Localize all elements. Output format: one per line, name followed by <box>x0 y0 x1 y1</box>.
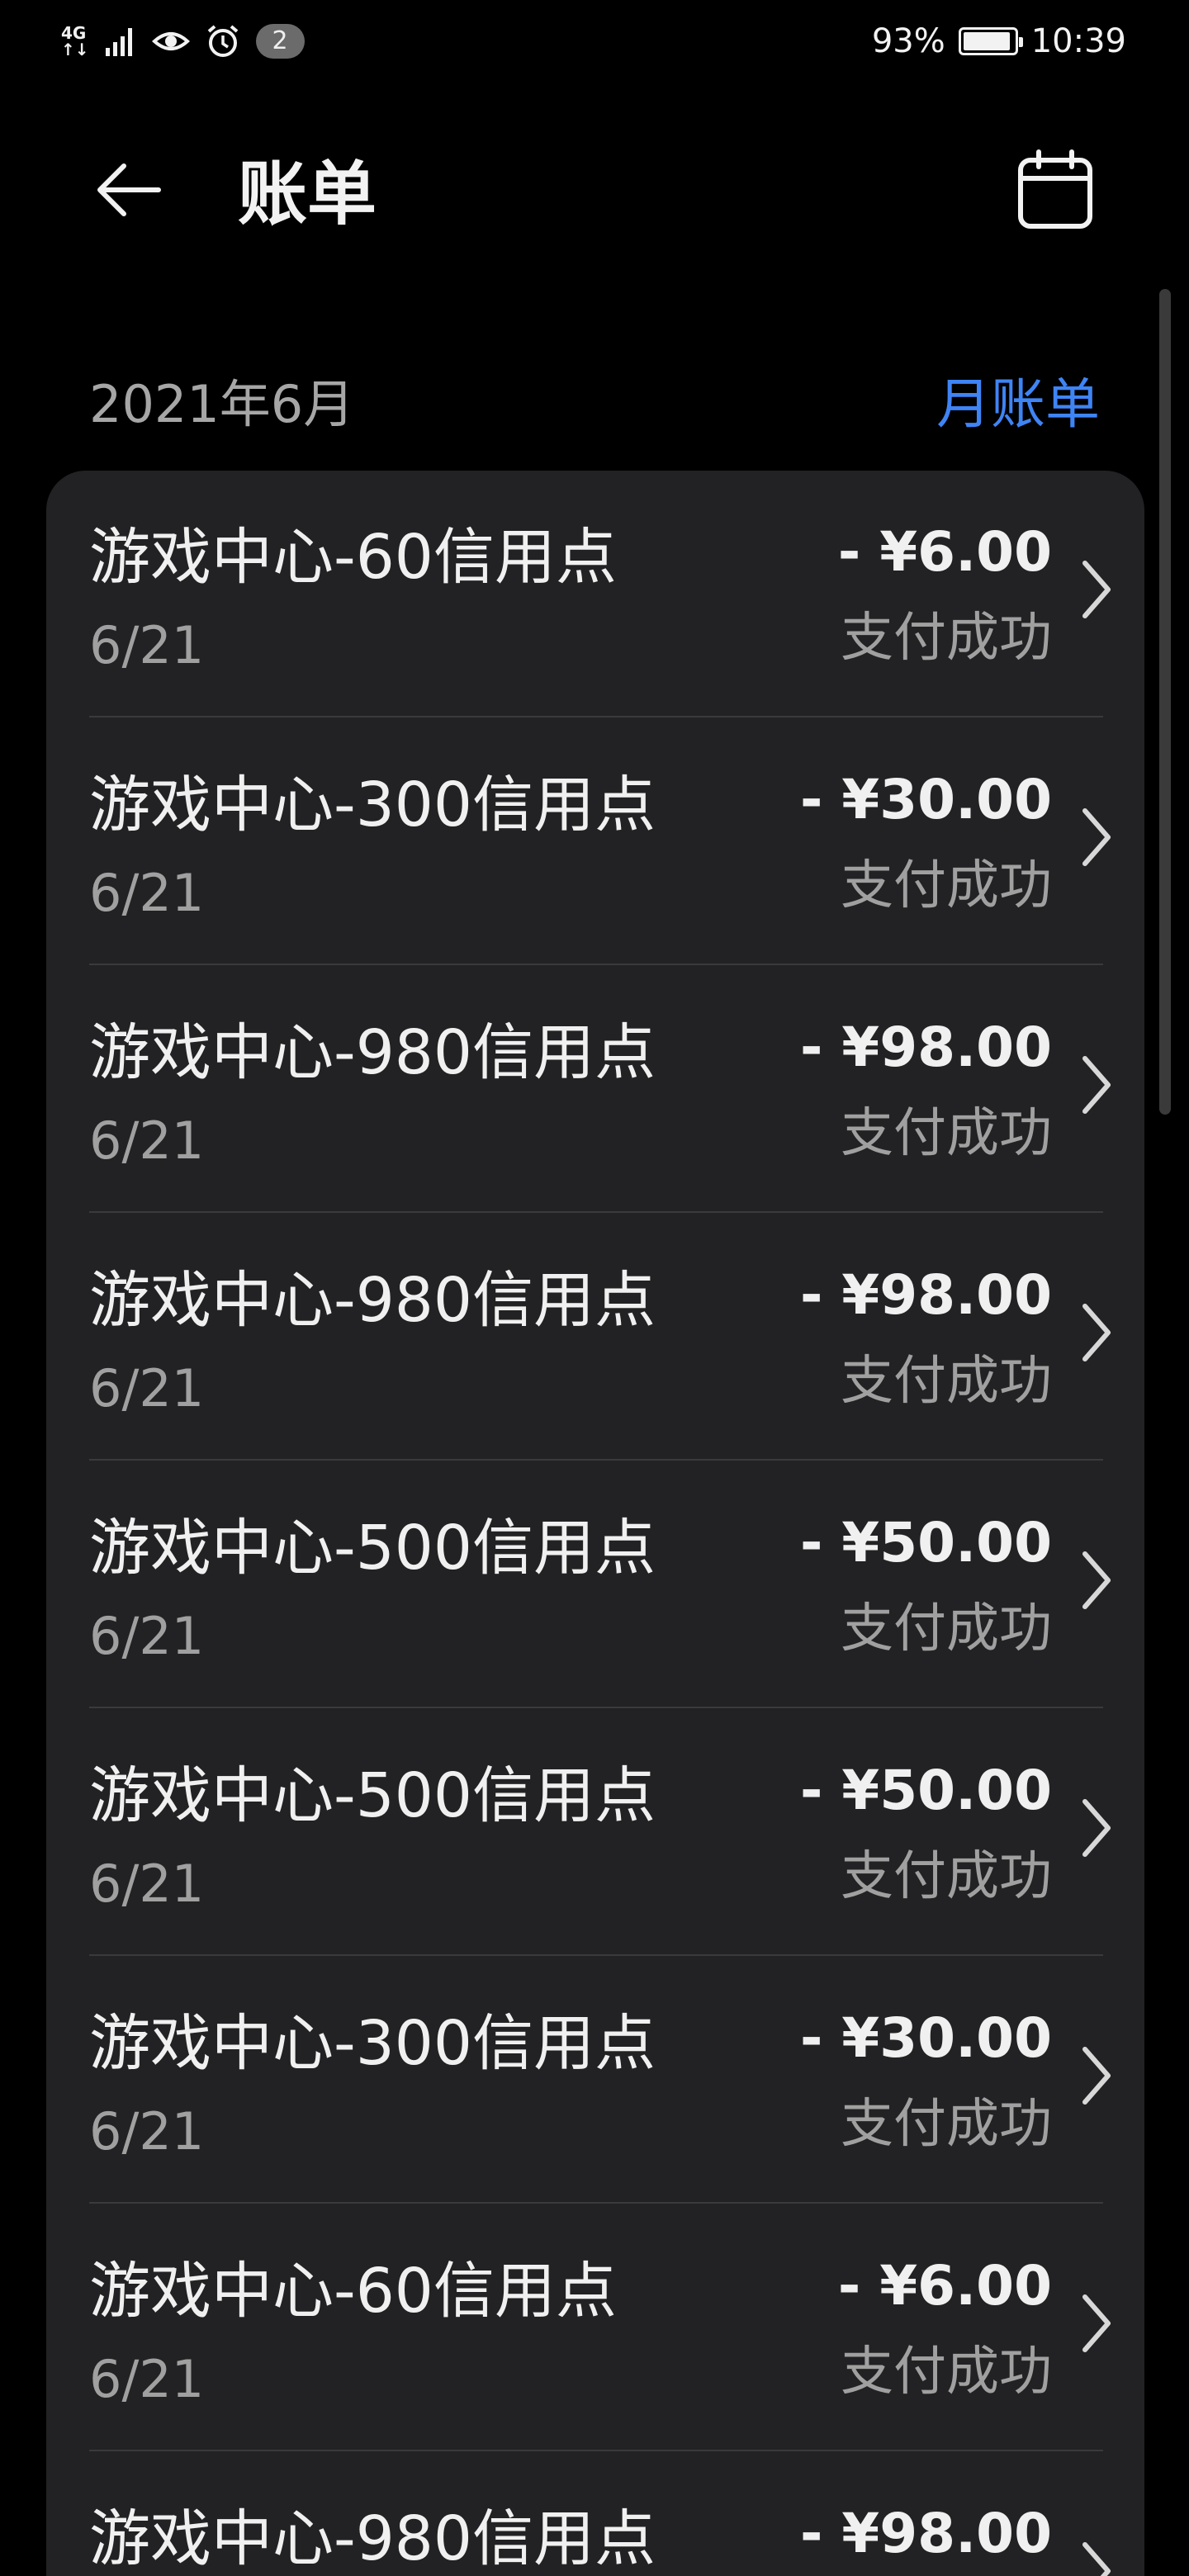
calendar-icon <box>1018 149 1092 229</box>
transaction-row[interactable]: 游戏中心-980信用点 - ¥98.00 <box>89 2452 1144 2576</box>
transaction-title: 游戏中心-980信用点 <box>89 1265 656 1336</box>
transaction-date: 6/21 <box>89 615 205 675</box>
row-divider <box>89 2202 1103 2204</box>
transaction-status: 支付成功 <box>841 1598 1052 1660</box>
transaction-title: 游戏中心-60信用点 <box>89 2256 617 2327</box>
row-divider <box>89 1954 1103 1956</box>
row-divider <box>89 2450 1103 2451</box>
network-type-indicator: 4G ↑↓ <box>61 25 89 58</box>
calendar-button[interactable] <box>1006 140 1105 239</box>
status-right: 93% 10:39 <box>872 18 1126 64</box>
notification-count-badge: 2 <box>255 24 305 59</box>
row-divider <box>89 964 1103 965</box>
arrow-left-icon <box>97 163 161 216</box>
transaction-status: 支付成功 <box>841 2342 1052 2403</box>
chevron-right-icon <box>1082 808 1111 866</box>
month-section-header: 2021年6月 月账单 <box>89 363 1100 438</box>
transaction-row[interactable]: 游戏中心-300信用点 6/21 - ¥30.00 支付成功 <box>89 718 1144 965</box>
transaction-amount: - ¥98.00 <box>799 1016 1052 1079</box>
battery-percent: 93% <box>871 22 945 60</box>
transaction-row[interactable]: 游戏中心-60信用点 6/21 - ¥6.00 支付成功 <box>89 471 1144 717</box>
monthly-bill-link[interactable]: 月账单 <box>936 372 1100 438</box>
battery-level-fill <box>963 32 1010 50</box>
chevron-right-icon <box>1082 1304 1111 1361</box>
row-divider <box>89 716 1103 717</box>
transaction-title: 游戏中心-60信用点 <box>89 522 617 593</box>
transaction-status: 支付成功 <box>841 855 1052 916</box>
transaction-row[interactable]: 游戏中心-500信用点 6/21 - ¥50.00 支付成功 <box>89 1709 1144 1956</box>
transaction-amount: - ¥30.00 <box>799 2006 1052 2070</box>
transaction-date: 6/21 <box>89 1606 205 1666</box>
transaction-date: 6/21 <box>89 2101 205 2162</box>
row-divider <box>89 1707 1103 1708</box>
transaction-amount: - ¥30.00 <box>799 768 1052 831</box>
transaction-amount: - ¥98.00 <box>799 1263 1052 1327</box>
transaction-amount: - ¥50.00 <box>799 1759 1052 1822</box>
transaction-status: 支付成功 <box>841 1351 1052 1412</box>
clock-time: 10:39 <box>1030 22 1126 60</box>
scrollbar[interactable] <box>1159 289 1171 1115</box>
transaction-title: 游戏中心-980信用点 <box>89 2503 656 2574</box>
network-type-label: 4G <box>61 23 87 43</box>
row-divider <box>89 1211 1103 1213</box>
signal-strength-icon <box>105 28 132 56</box>
alarm-clock-icon <box>207 25 238 57</box>
chevron-right-icon <box>1082 2294 1111 2352</box>
back-button[interactable] <box>83 144 173 235</box>
chevron-right-icon <box>1082 1799 1111 1857</box>
page-title: 账单 <box>238 154 377 234</box>
transaction-title: 游戏中心-500信用点 <box>89 1760 656 1831</box>
transaction-row[interactable]: 游戏中心-980信用点 6/21 - ¥98.00 支付成功 <box>89 966 1144 1213</box>
status-left: 4G ↑↓ 2 <box>61 18 305 64</box>
transaction-row[interactable]: 游戏中心-300信用点 6/21 - ¥30.00 支付成功 <box>89 1957 1144 2204</box>
transaction-row[interactable]: 游戏中心-500信用点 6/21 - ¥50.00 支付成功 <box>89 1461 1144 1708</box>
transaction-title: 游戏中心-300信用点 <box>89 2008 656 2079</box>
row-divider <box>89 1459 1103 1461</box>
transaction-date: 6/21 <box>89 1110 205 1171</box>
transaction-row[interactable]: 游戏中心-980信用点 6/21 - ¥98.00 支付成功 <box>89 1214 1144 1461</box>
transaction-row[interactable]: 游戏中心-60信用点 6/21 - ¥6.00 支付成功 <box>89 2204 1144 2451</box>
transaction-status: 支付成功 <box>841 608 1052 669</box>
network-activity-label: ↑↓ <box>61 40 89 59</box>
transaction-status: 支付成功 <box>841 1103 1052 1164</box>
battery-icon <box>958 27 1023 55</box>
transaction-list: 游戏中心-60信用点 6/21- ¥6.00 支付成功 游戏中心-300信用点 6/21… <box>46 471 1144 2576</box>
month-label: 2021年6月 <box>89 374 355 434</box>
transaction-amount: - ¥50.00 <box>799 1511 1052 1574</box>
transaction-title: 游戏中心-500信用点 <box>89 1513 656 1584</box>
status-bar: 4G ↑↓ 2 93% 10:39 <box>0 0 1189 83</box>
transaction-date: 6/21 <box>89 863 205 923</box>
eye-icon <box>151 32 190 50</box>
chevron-right-icon <box>1082 561 1111 618</box>
transaction-amount: - ¥6.00 <box>837 2254 1052 2318</box>
transaction-date: 6/21 <box>89 2349 205 2409</box>
transaction-date: 6/21 <box>89 1854 205 1914</box>
transaction-title: 游戏中心-980信用点 <box>89 1017 656 1088</box>
chevron-right-icon <box>1082 1056 1111 1114</box>
transaction-amount: - ¥6.00 <box>837 520 1052 584</box>
chevron-right-icon <box>1082 2047 1111 2105</box>
transaction-title: 游戏中心-300信用点 <box>89 769 656 841</box>
chevron-right-icon <box>1082 2542 1111 2576</box>
app-bar: 账单 <box>0 107 1189 272</box>
transaction-status: 支付成功 <box>841 1846 1052 1907</box>
transaction-amount: - ¥98.00 <box>799 2502 1052 2565</box>
transaction-date: 6/21 <box>89 1358 205 1418</box>
chevron-right-icon <box>1082 1551 1111 1609</box>
transaction-status: 支付成功 <box>841 2094 1052 2155</box>
